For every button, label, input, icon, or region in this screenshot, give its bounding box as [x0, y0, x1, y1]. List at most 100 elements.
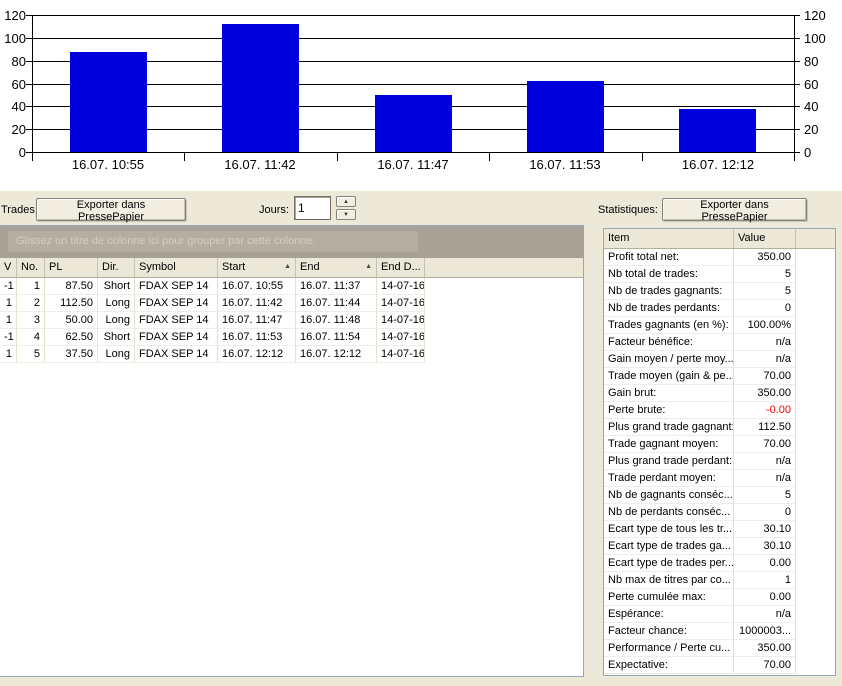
stat-value-cell: 0.00	[734, 589, 796, 606]
stat-item-cell: Nb de perdants conséc...	[604, 504, 734, 521]
stat-value-cell: n/a	[734, 334, 796, 351]
column-header-v[interactable]: V	[0, 258, 17, 277]
stat-row: Gain brut: 350.00	[604, 385, 835, 402]
stat-item-cell: Performance / Perte cu...	[604, 640, 734, 657]
stats-rows: Profit total net: 350.00 Nb total de trade…	[604, 249, 835, 674]
column-header-pl[interactable]: PL	[45, 258, 98, 277]
column-header-end_d[interactable]: End D...	[377, 258, 425, 277]
stat-value-cell: 100.00%	[734, 317, 796, 334]
trade-cell-symbol: FDAX SEP 14	[135, 346, 218, 363]
trade-cell-end_d: 14-07-16	[377, 295, 425, 312]
arrow-down-icon: ▼	[343, 212, 349, 218]
stat-value-cell: 70.00	[734, 436, 796, 453]
stat-row: Nb de trades gagnants: 5	[604, 283, 835, 300]
chart-gridline	[26, 15, 800, 16]
jours-spin-down-button[interactable]: ▼	[336, 209, 356, 220]
stats-header-item: Item	[604, 229, 734, 248]
trade-cell-end: 16.07. 11:44	[296, 295, 377, 312]
stat-row: Expectative: 70.00	[604, 657, 835, 674]
stat-row: Perte brute: -0.00	[604, 402, 835, 419]
stat-row: Facteur bénéfice: n/a	[604, 334, 835, 351]
stats-header-value: Value	[734, 229, 796, 248]
stat-value-cell: 1	[734, 572, 796, 589]
group-by-hint: Glissez un titre de colonne ici pour gro…	[8, 231, 418, 252]
trades-label: Trades:	[1, 204, 38, 216]
trade-cell-symbol: FDAX SEP 14	[135, 295, 218, 312]
trade-cell-no: 1	[17, 278, 45, 295]
column-header-dir[interactable]: Dir.	[98, 258, 135, 277]
stat-value-cell: 350.00	[734, 385, 796, 402]
trade-row[interactable]: 1 3 50.00 Long FDAX SEP 14 16.07. 11:47 16.07.…	[0, 312, 583, 329]
stat-value-cell: 112.50	[734, 419, 796, 436]
pl-bar	[375, 95, 452, 152]
export-trades-button[interactable]: Exporter dans PressePapier	[36, 198, 186, 223]
trade-cell-end: 16.07. 12:12	[296, 346, 377, 363]
group-by-bar[interactable]: Glissez un titre de colonne ici pour gro…	[0, 226, 583, 258]
trade-cell-symbol: FDAX SEP 14	[135, 312, 218, 329]
stat-row: Nb max de titres par co... 1	[604, 572, 835, 589]
trade-row[interactable]: 1 2 112.50 Long FDAX SEP 14 16.07. 11:42 16.07…	[0, 295, 583, 312]
jours-label: Jours:	[259, 204, 289, 216]
jours-spin-up-button[interactable]: ▲	[336, 196, 356, 207]
trade-cell-pl: 87.50	[45, 278, 98, 295]
y-axis-label-right: 20	[804, 122, 819, 137]
stat-item-cell: Ecart type de tous les tr...	[604, 521, 734, 538]
x-axis-label: 16.07. 11:42	[224, 157, 296, 172]
stat-row: Trade gagnant moyen: 70.00	[604, 436, 835, 453]
y-axis-label-left: 20	[11, 122, 26, 137]
y-axis-label-right: 0	[804, 145, 812, 160]
stat-value-cell: 5	[734, 283, 796, 300]
stat-row: Nb total de trades: 5	[604, 266, 835, 283]
trade-cell-symbol: FDAX SEP 14	[135, 329, 218, 346]
trade-row[interactable]: -1 1 87.50 Short FDAX SEP 14 16.07. 10:55 16.0…	[0, 278, 583, 295]
stats-header-filler	[796, 229, 835, 248]
trade-cell-start: 16.07. 11:42	[218, 295, 296, 312]
trade-cell-v: -1	[0, 329, 17, 346]
stat-row: Trades gagnants (en %): 100.00%	[604, 317, 835, 334]
stat-row: Ecart type de trades per... 0.00	[604, 555, 835, 572]
stat-value-cell: 0	[734, 504, 796, 521]
y-axis-label-right: 120	[804, 8, 826, 23]
stat-item-cell: Trades gagnants (en %):	[604, 317, 734, 334]
pl-bar-chart: 0 0 20 20 40 40 60 60 80 80 100 100 120 120 16.07. 10:…	[0, 0, 842, 191]
trade-cell-start: 16.07. 11:47	[218, 312, 296, 329]
trade-cell-dir: Long	[98, 346, 135, 363]
stat-item-cell: Nb de trades perdants:	[604, 300, 734, 317]
x-axis-label: 16.07. 11:47	[377, 157, 449, 172]
column-header-end[interactable]: End ▲	[296, 258, 377, 277]
y-axis-label-left: 120	[4, 8, 26, 23]
column-header-symbol[interactable]: Symbol	[135, 258, 218, 277]
trade-cell-end: 16.07. 11:54	[296, 329, 377, 346]
stat-row: Facteur chance: 1000003...	[604, 623, 835, 640]
stat-value-cell: 1000003...	[734, 623, 796, 640]
trades-header-row: V No. PL Dir. Symbol Start ▲ End ▲ End D...	[0, 258, 583, 278]
stat-item-cell: Facteur chance:	[604, 623, 734, 640]
column-header-start[interactable]: Start ▲	[218, 258, 296, 277]
jours-input[interactable]	[294, 196, 331, 220]
stat-row: Profit total net: 350.00	[604, 249, 835, 266]
pl-bar	[70, 52, 147, 152]
stat-value-cell: n/a	[734, 453, 796, 470]
trade-cell-start: 16.07. 10:55	[218, 278, 296, 295]
stat-value-cell: 70.00	[734, 368, 796, 385]
stat-row: Plus grand trade perdant: n/a	[604, 453, 835, 470]
stat-value-cell: n/a	[734, 351, 796, 368]
stat-value-cell: 350.00	[734, 640, 796, 657]
stat-value-cell: 5	[734, 487, 796, 504]
export-stats-button[interactable]: Exporter dans PressePapier	[662, 198, 807, 223]
chart-gridline	[26, 152, 800, 153]
trades-grid: Glissez un titre de colonne ici pour gro…	[0, 225, 584, 677]
stat-value-cell: 5	[734, 266, 796, 283]
trade-row[interactable]: -1 4 62.50 Short FDAX SEP 14 16.07. 11:53 16.0…	[0, 329, 583, 346]
column-header-no[interactable]: No.	[17, 258, 45, 277]
stat-value-cell: 350.00	[734, 249, 796, 266]
trade-cell-dir: Long	[98, 295, 135, 312]
stat-item-cell: Gain moyen / perte moy...	[604, 351, 734, 368]
trade-row[interactable]: 1 5 37.50 Long FDAX SEP 14 16.07. 12:12 16.07.…	[0, 346, 583, 363]
stat-row: Nb de perdants conséc... 0	[604, 504, 835, 521]
trade-cell-dir: Short	[98, 329, 135, 346]
stat-value-cell: 0	[734, 300, 796, 317]
pl-bar	[679, 109, 756, 152]
stat-item-cell: Gain brut:	[604, 385, 734, 402]
trade-cell-end: 16.07. 11:37	[296, 278, 377, 295]
